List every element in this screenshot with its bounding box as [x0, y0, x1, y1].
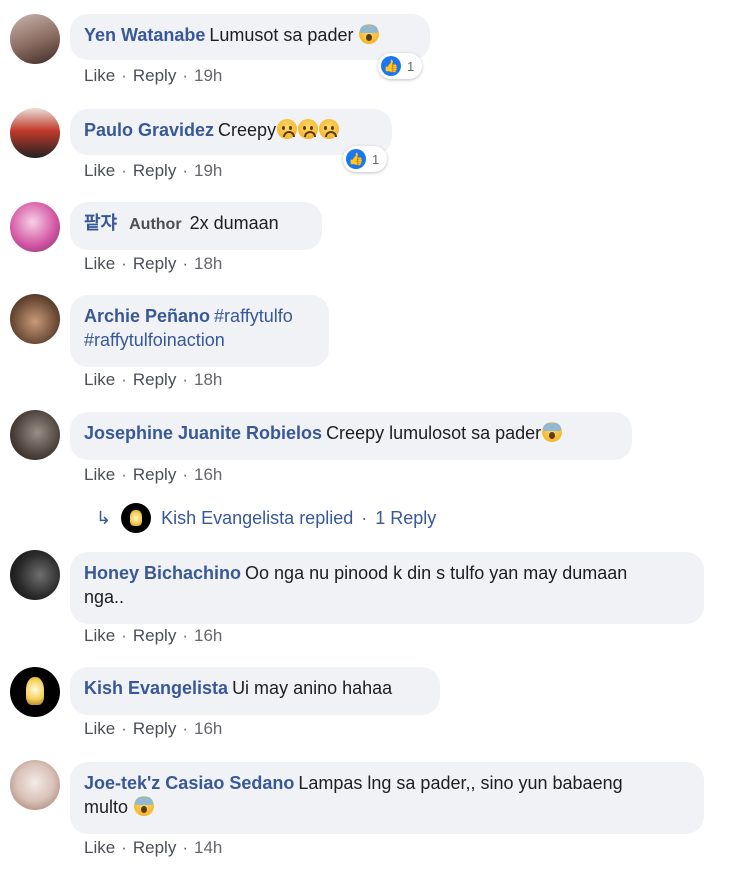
like-link[interactable]: Like	[84, 838, 115, 857]
avatar[interactable]	[10, 667, 60, 717]
like-link[interactable]: Like	[84, 465, 115, 484]
timestamp[interactable]: 16h	[194, 626, 222, 645]
view-replies-link[interactable]: 1 Reply	[375, 508, 436, 529]
commenter-name[interactable]: Yen Watanabe	[84, 25, 205, 45]
hashtag-link[interactable]: #raffytulfoinaction	[84, 330, 225, 350]
like-link[interactable]: Like	[84, 66, 115, 85]
reply-link[interactable]: Reply	[133, 465, 176, 484]
comment-text: Creepy	[218, 120, 277, 140]
comment-bubble: Josephine Juanite Robielos Creepy lumulos…	[70, 412, 632, 460]
reply-link[interactable]: Reply	[133, 66, 176, 85]
comment-actions: Like · Reply · 19h	[84, 161, 223, 180]
comment-actions: Like · Reply · 16h	[84, 465, 223, 484]
like-reaction-icon: 👍	[346, 149, 366, 169]
reply-link[interactable]: Reply	[133, 626, 176, 645]
replies-summary[interactable]: ↳ Kish Evangelista replied · 1 Reply	[96, 503, 436, 533]
comment-text: multo	[84, 797, 129, 817]
comment-actions: Like · Reply · 14h	[84, 838, 223, 857]
comment-text: Ui may anino hahaa	[232, 678, 393, 698]
like-link[interactable]: Like	[84, 719, 115, 738]
avatar[interactable]	[10, 108, 60, 158]
reaction-count[interactable]: 👍 1	[378, 53, 423, 79]
author-badge: Author	[129, 216, 182, 233]
commenter-name[interactable]: Josephine Juanite Robielos	[84, 423, 322, 443]
reaction-count[interactable]: 👍 1	[343, 146, 388, 172]
comment-bubble: Yen Watanabe Lumusot sa pader	[70, 14, 430, 60]
avatar[interactable]	[10, 294, 60, 344]
timestamp[interactable]: 16h	[194, 465, 222, 484]
avatar[interactable]	[10, 760, 60, 810]
scream-emoji-icon	[359, 24, 380, 44]
comment-actions: Like · Reply · 16h	[84, 626, 223, 645]
comment-actions: Like · Reply · 16h	[84, 719, 223, 738]
hashtag-link[interactable]: #raffytulfo	[214, 306, 293, 326]
reply-link[interactable]: Reply	[133, 719, 176, 738]
comment-bubble: Joe-tek'z Casiao Sedano Lampas lng sa pad…	[70, 762, 704, 834]
worried-emoji-icon	[319, 119, 340, 139]
reply-link[interactable]: Reply	[133, 161, 176, 180]
like-link[interactable]: Like	[84, 626, 115, 645]
comment-text: Oo nga nu pinood k din s tulfo yan may d…	[245, 563, 628, 583]
comment-text: Lumusot sa pader	[209, 25, 354, 45]
comment-actions: Like · Reply · 18h	[84, 370, 223, 389]
timestamp[interactable]: 16h	[194, 719, 222, 738]
comment-bubble: Paulo Gravidez Creepy	[70, 109, 392, 155]
comment-bubble: Honey Bichachino Oo nga nu pinood k din s…	[70, 552, 704, 624]
worried-emoji-icon	[298, 119, 319, 139]
commenter-name[interactable]: 팥쟈	[84, 213, 117, 233]
scream-emoji-icon	[134, 796, 155, 816]
like-link[interactable]: Like	[84, 370, 115, 389]
timestamp[interactable]: 18h	[194, 370, 222, 389]
replier-name[interactable]: Kish Evangelista	[161, 508, 294, 529]
comment-bubble: Kish Evangelista Ui may anino hahaa	[70, 667, 440, 715]
like-link[interactable]: Like	[84, 161, 115, 180]
avatar[interactable]	[10, 550, 60, 600]
timestamp[interactable]: 18h	[194, 254, 222, 273]
avatar[interactable]	[10, 14, 60, 64]
avatar[interactable]	[10, 410, 60, 460]
scream-emoji-icon	[542, 422, 563, 442]
commenter-name[interactable]: Paulo Gravidez	[84, 120, 214, 140]
comment-text: nga..	[84, 587, 125, 607]
timestamp[interactable]: 19h	[194, 161, 222, 180]
commenter-name[interactable]: Archie Peñano	[84, 306, 210, 326]
like-reaction-icon: 👍	[381, 56, 401, 76]
reply-link[interactable]: Reply	[133, 370, 176, 389]
avatar	[121, 503, 152, 533]
comment-actions: Like · Reply · 18h	[84, 254, 223, 273]
like-link[interactable]: Like	[84, 254, 115, 273]
comment-bubble: 팥쟈 Author 2x dumaan	[70, 202, 322, 250]
timestamp[interactable]: 19h	[194, 66, 222, 85]
comment-text: Lampas lng sa pader,, sino yun babaeng	[298, 773, 623, 793]
reply-link[interactable]: Reply	[133, 254, 176, 273]
comment-actions: Like · Reply · 19h	[84, 66, 223, 85]
reply-link[interactable]: Reply	[133, 838, 176, 857]
worried-emoji-icon	[277, 119, 298, 139]
comment-bubble: Archie Peñano #raffytulfo #raffytulfoinac…	[70, 295, 329, 367]
commenter-name[interactable]: Joe-tek'z Casiao Sedano	[84, 773, 294, 793]
avatar[interactable]	[10, 202, 60, 252]
timestamp[interactable]: 14h	[194, 838, 222, 857]
commenter-name[interactable]: Kish Evangelista	[84, 678, 228, 698]
comment-text: 2x dumaan	[189, 213, 279, 233]
reply-arrow-icon: ↳	[96, 507, 112, 528]
commenter-name[interactable]: Honey Bichachino	[84, 563, 241, 583]
candle-icon	[26, 677, 44, 705]
comment-text: Creepy lumulosot sa pader	[326, 423, 542, 443]
